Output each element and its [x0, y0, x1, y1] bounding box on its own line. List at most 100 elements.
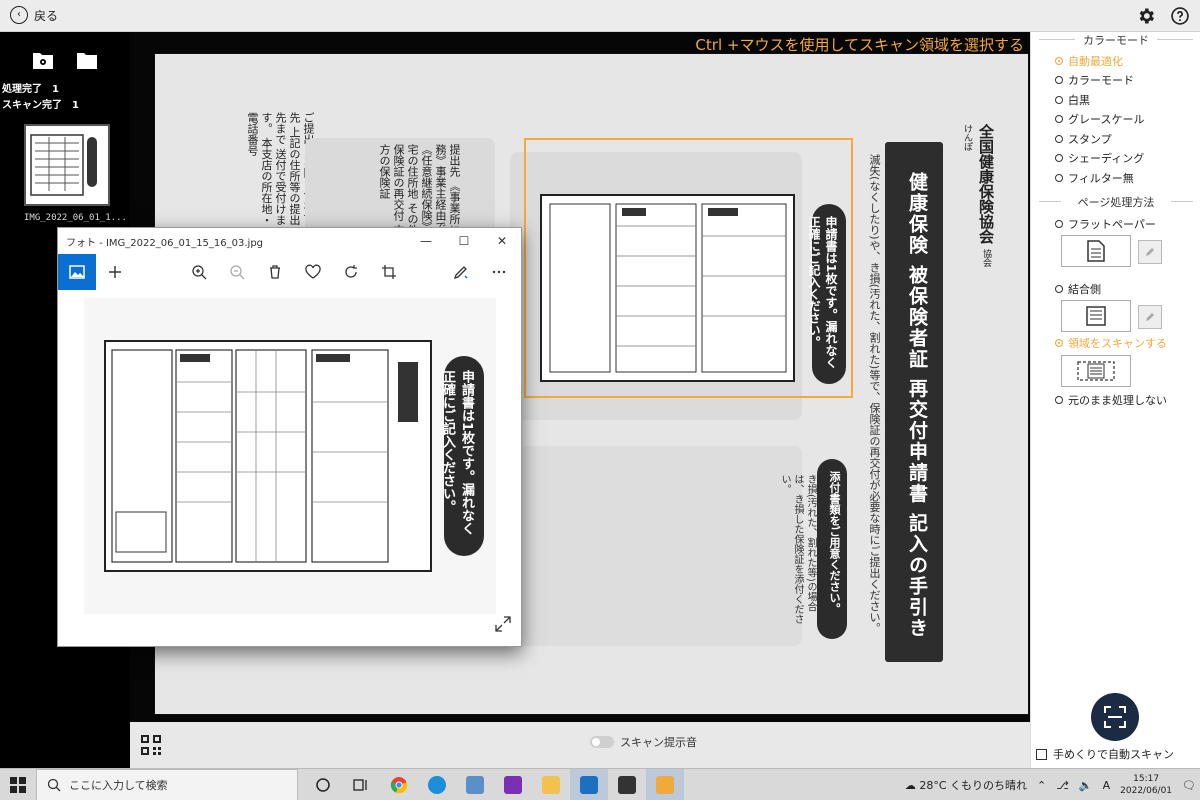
toggle-switch[interactable] — [590, 736, 614, 748]
windows-taskbar: ここに入力して検索 ☁ 28°C くもりのち晴れ ⌃ ⎇ 🔈 A 15:17 2… — [0, 768, 1200, 800]
process-settings-icon[interactable] — [32, 50, 54, 70]
weather-widget[interactable]: ☁ 28°C くもりのち晴れ — [905, 777, 1027, 793]
option-label: カラーモード — [1068, 74, 1134, 87]
qr-code-icon[interactable] — [140, 734, 162, 760]
circle-icon — [316, 777, 330, 792]
notification-icon[interactable]: 🗨 — [1182, 779, 1196, 792]
folder-icon[interactable] — [76, 50, 98, 70]
clock[interactable]: 15:17 2022/06/01 — [1120, 773, 1172, 797]
back-button[interactable]: ‹ 戻る — [10, 6, 58, 24]
zoom-out-button[interactable] — [218, 254, 256, 290]
more-icon — [492, 270, 506, 274]
radio[interactable] — [1055, 76, 1063, 84]
task-view-button[interactable] — [304, 769, 342, 800]
scan-selection-box[interactable] — [524, 138, 853, 398]
trash-icon — [270, 265, 280, 279]
radio[interactable] — [1055, 154, 1063, 162]
store-app[interactable] — [456, 769, 494, 800]
doc-caption: 滅失(なくしたり)や、き損(汚れた、割れた)等で、保険証の再交付が必要な時にご提… — [868, 154, 881, 634]
scan-app-icon — [656, 775, 674, 794]
explorer-app[interactable] — [532, 769, 570, 800]
system-tray: ☁ 28°C くもりのち晴れ ⌃ ⎇ 🔈 A 15:17 2022/06/01 … — [905, 769, 1196, 800]
page-option-none[interactable]: 元のまま処理しない — [1055, 392, 1167, 408]
rotate-button[interactable] — [332, 254, 370, 290]
color-option-bw[interactable]: 白黒 — [1055, 92, 1090, 108]
option-label: スタンプ — [1068, 133, 1112, 146]
add-button[interactable] — [96, 254, 134, 290]
radio[interactable] — [1055, 57, 1063, 65]
region-scan-button[interactable] — [1061, 355, 1131, 387]
radio[interactable] — [1055, 339, 1063, 347]
edge-app[interactable] — [418, 769, 456, 800]
help-icon[interactable] — [1170, 6, 1190, 26]
photos-app[interactable] — [570, 768, 608, 800]
top-bar: ‹ 戻る — [0, 0, 1200, 32]
photo-form — [104, 340, 432, 572]
binding-side-button[interactable] — [1061, 300, 1131, 332]
scanned-label: スキャン完了 — [2, 100, 62, 111]
binding-edit-button[interactable] — [1138, 305, 1162, 329]
close-button[interactable]: ✕ — [483, 228, 521, 254]
gear-icon[interactable] — [1136, 6, 1156, 26]
processed-count: 1 — [52, 84, 59, 95]
scan-icon — [1104, 706, 1126, 728]
scan-sound-toggle[interactable]: スキャン提示音 — [590, 734, 697, 750]
option-label: フィルター無 — [1068, 172, 1134, 185]
checkbox[interactable] — [1036, 748, 1047, 760]
maximize-button[interactable]: ☐ — [445, 228, 483, 254]
page-option-binding[interactable]: 結合側 — [1055, 281, 1101, 297]
scan-app[interactable] — [646, 768, 684, 800]
zoom-in-button[interactable] — [180, 254, 218, 290]
photos-title: フォト - IMG_2022_06_01_15_16_03.jpg — [66, 237, 264, 249]
color-option-shading[interactable]: シェーディング — [1055, 150, 1144, 166]
volume-icon[interactable]: 🔈 — [1079, 779, 1093, 792]
auto-scan-checkbox[interactable]: 手めくりで自動スキャン — [1036, 746, 1174, 762]
radio[interactable] — [1055, 396, 1063, 404]
radio[interactable] — [1055, 220, 1063, 228]
color-option-nofilter[interactable]: フィルター無 — [1055, 170, 1134, 186]
color-option-auto[interactable]: 自動最適化 — [1055, 53, 1123, 69]
color-option-color[interactable]: カラーモード — [1055, 72, 1134, 88]
taskbar-search[interactable]: ここに入力して検索 — [36, 768, 298, 800]
scan-thumbnail[interactable] — [24, 124, 110, 206]
start-button[interactable] — [0, 769, 36, 800]
timeline-button[interactable] — [342, 769, 380, 800]
page-option-region[interactable]: 領域をスキャンする — [1055, 335, 1167, 351]
expand-icon[interactable] — [495, 616, 511, 636]
photos-window[interactable]: フォト - IMG_2022_06_01_15_16_03.jpg — ☐ ✕ … — [57, 227, 522, 647]
radio[interactable] — [1055, 135, 1063, 143]
minimize-button[interactable]: — — [407, 228, 445, 254]
color-option-gray[interactable]: グレースケール — [1055, 111, 1144, 127]
option-label: フラットペーパー — [1068, 218, 1156, 231]
delete-button[interactable] — [256, 254, 294, 290]
color-option-stamp[interactable]: スタンプ — [1055, 131, 1112, 147]
radio[interactable] — [1055, 285, 1063, 293]
view-image-button[interactable] — [58, 254, 96, 290]
option-label: グレースケール — [1068, 113, 1145, 126]
tray-expand-icon[interactable]: ⌃ — [1037, 779, 1046, 792]
crop-button[interactable] — [370, 254, 408, 290]
processed-status: 処理完了 1 — [2, 82, 79, 98]
radio[interactable] — [1055, 96, 1063, 104]
more-button[interactable] — [480, 254, 518, 290]
scan-button[interactable] — [1091, 693, 1139, 741]
radio[interactable] — [1055, 174, 1063, 182]
windows-logo-icon — [10, 776, 26, 793]
photo-notice-pill: 申請書は1枚です。漏れなく正確にご記入ください。 — [440, 356, 484, 556]
plus-icon — [109, 266, 121, 278]
flat-paper-button[interactable] — [1061, 235, 1131, 267]
onenote-app[interactable] — [494, 769, 532, 800]
search-placeholder: ここに入力して検索 — [69, 778, 168, 792]
radio[interactable] — [1055, 115, 1063, 123]
ime-indicator[interactable]: A — [1103, 779, 1111, 792]
network-icon[interactable]: ⎇ — [1056, 779, 1069, 792]
page-option-flat[interactable]: フラットペーパー — [1055, 216, 1156, 232]
doc-title: 健康保険 被保険者証 再交付申請書 記入の手引き — [885, 142, 943, 662]
scanner-app[interactable] — [608, 769, 646, 800]
scanned-count: 1 — [72, 100, 79, 111]
favorite-button[interactable] — [294, 254, 332, 290]
timeline-icon — [353, 778, 367, 791]
flat-paper-edit-button[interactable] — [1138, 240, 1162, 264]
chrome-app[interactable] — [380, 769, 418, 800]
edit-dropdown-button[interactable] — [442, 254, 480, 290]
